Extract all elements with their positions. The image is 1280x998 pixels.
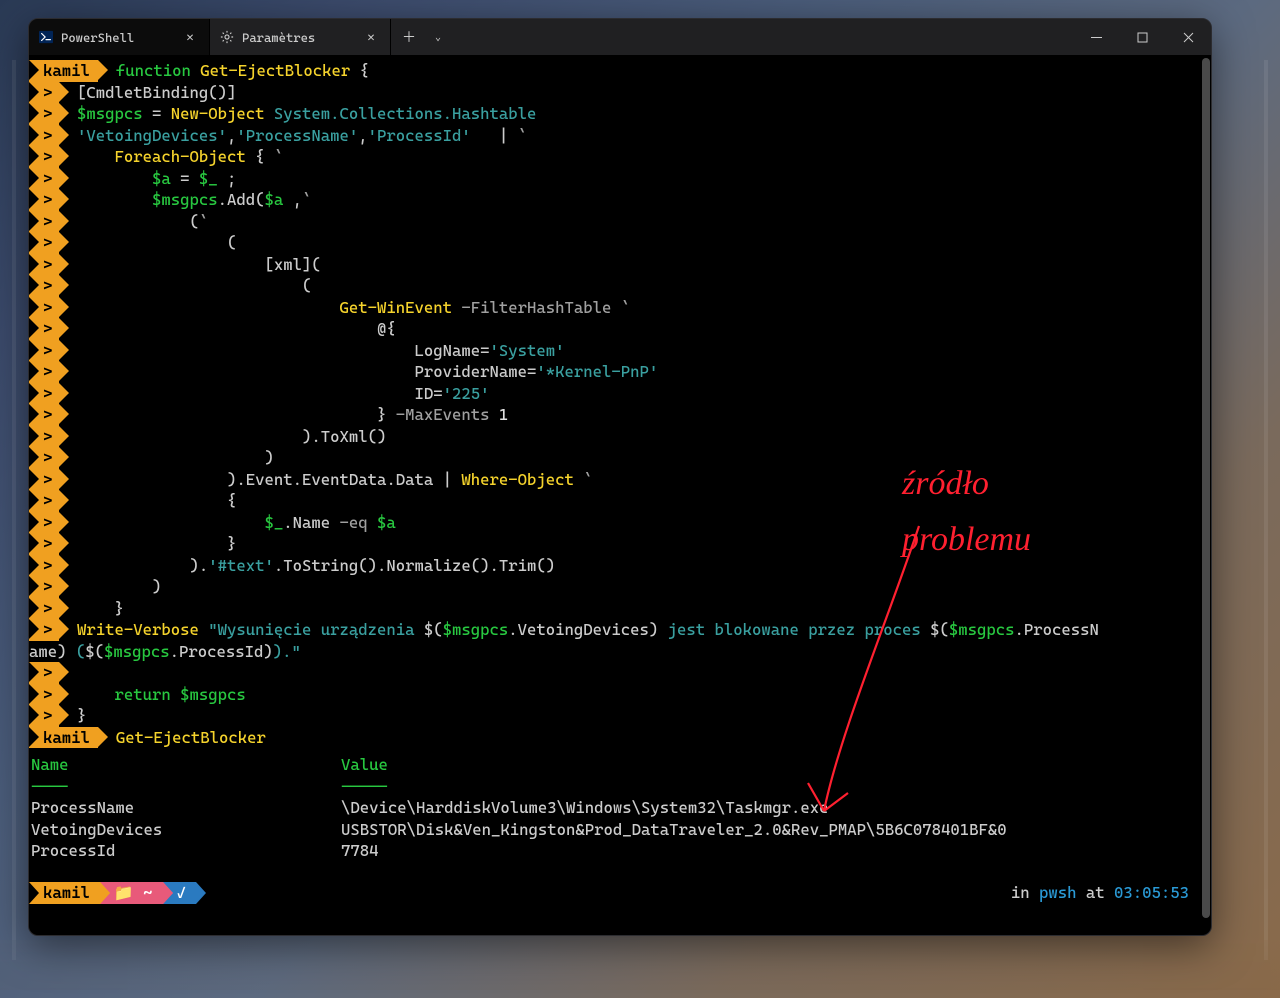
prompt-continuation: > [29,684,59,706]
prompt-continuation: > [29,297,59,319]
terminal-line: > Get-WinEvent -FilterHashTable ` [29,297,1201,319]
terminal-line: ame) ($($msgpcs.ProcessId))." [29,641,1201,663]
prompt-continuation: > [29,275,59,297]
prompt-continuation: > [29,576,59,598]
prompt-continuation: > [29,318,59,340]
prompt-continuation: > [29,619,59,641]
prompt-continuation: > [29,168,59,190]
prompt-continuation: > [29,189,59,211]
terminal-line: > ) [29,576,1201,598]
close-window-button[interactable] [1165,19,1211,55]
terminal-line: > (` [29,211,1201,233]
prompt-continuation: > [29,211,59,233]
new-tab-button[interactable]: ＋ [391,19,427,55]
prompt-continuation: > [29,555,59,577]
terminal-line: > ) [29,447,1201,469]
table-row: --------- [31,776,1201,798]
terminal-line: > } [29,598,1201,620]
status-user-segment: kamil [29,882,100,904]
terminal-line: kamil function Get-EjectBlocker { [29,60,1201,82]
tab-powershell[interactable]: PowerShell ✕ [29,19,210,55]
terminal-line: >} [29,705,1201,727]
terminal-line: >$msgpcs = New-Object System.Collections… [29,103,1201,125]
terminal-line: > ).ToXml() [29,426,1201,448]
prompt-continuation: > [29,361,59,383]
gear-icon [220,30,234,44]
prompt-continuation: > [29,404,59,426]
table-row: ProcessName\Device\HarddiskVolume3\Windo… [31,797,1201,819]
prompt-continuation: > [29,533,59,555]
terminal-line: > { [29,490,1201,512]
terminal-line: >'VetoingDevices','ProcessName','Process… [29,125,1201,147]
titlebar: PowerShell ✕ Paramètres ✕ ＋ ⌄ [29,19,1211,56]
prompt-continuation: > [29,426,59,448]
prompt-continuation: > [29,662,59,684]
terminal-line: > ).Event.EventData.Data | Where-Object … [29,469,1201,491]
maximize-button[interactable] [1119,19,1165,55]
terminal-line: >Write-Verbose "Wysunięcie urządzenia $(… [29,619,1201,641]
terminal-line: > Foreach-Object { ` [29,146,1201,168]
prompt-continuation: > [29,82,59,104]
tab-label: PowerShell [61,30,134,45]
table-row: NameValue [31,754,1201,776]
prompt-continuation: > [29,254,59,276]
prompt-user-segment: kamil [29,727,98,749]
status-right: in pwsh at 03:05:53 [1011,882,1189,904]
minimize-button[interactable] [1073,19,1119,55]
tab-label: Paramètres [242,30,315,45]
terminal-line: > LogName='System' [29,340,1201,362]
prompt-continuation: > [29,146,59,168]
terminal-body[interactable]: kamil function Get-EjectBlocker {>[Cmdle… [29,56,1211,935]
close-tab-icon[interactable]: ✕ [362,28,380,46]
terminal-line: >[CmdletBinding()] [29,82,1201,104]
terminal-line: > @{ [29,318,1201,340]
prompt-user-segment: kamil [29,60,98,82]
terminal-line: > ID='225' [29,383,1201,405]
scrollbar[interactable] [1201,56,1211,935]
prompt-continuation: > [29,705,59,727]
terminal-line: > ( [29,275,1201,297]
prompt-continuation: > [29,598,59,620]
terminal-line: > return $msgpcs [29,684,1201,706]
terminal-line: kamil Get-EjectBlocker [29,727,1201,749]
arrow-annotation [769,516,989,836]
terminal-line: > } [29,533,1201,555]
terminal-line: > [29,662,1201,684]
prompt-continuation: > [29,232,59,254]
prompt-continuation: > [29,125,59,147]
terminal-line: > [xml]( [29,254,1201,276]
terminal-window: PowerShell ✕ Paramètres ✕ ＋ ⌄ kamil func… [28,18,1212,936]
prompt-continuation: > [29,512,59,534]
prompt-continuation: > [29,447,59,469]
close-tab-icon[interactable]: ✕ [181,28,199,46]
tab-dropdown-icon[interactable]: ⌄ [427,19,449,55]
prompt-continuation: > [29,490,59,512]
status-line: kamil 📁 ~ ✓ in pwsh at 03:05:53 [29,882,1201,907]
tab-parametres[interactable]: Paramètres ✕ [210,19,391,55]
table-row: VetoingDevicesUSBSTOR\Disk&Ven_Kingston&… [31,819,1201,841]
prompt-continuation: > [29,383,59,405]
terminal-line: > ).'#text'.ToString().Normalize().Trim(… [29,555,1201,577]
prompt-continuation: > [29,469,59,491]
prompt-continuation: > [29,103,59,125]
output-table: NameValue---------ProcessName\Device\Har… [29,748,1201,862]
terminal-line: > $_.Name -eq $a [29,512,1201,534]
terminal-line: > $msgpcs.Add($a ,` [29,189,1201,211]
terminal-line: > $a = $_ ; [29,168,1201,190]
scrollbar-thumb[interactable] [1202,58,1210,918]
terminal-line: > } -MaxEvents 1 [29,404,1201,426]
powershell-icon [39,30,53,44]
terminal-line: > ProviderName='*Kernel-PnP' [29,361,1201,383]
prompt-continuation: > [29,340,59,362]
table-row: ProcessId7784 [31,840,1201,862]
terminal-line: > ( [29,232,1201,254]
